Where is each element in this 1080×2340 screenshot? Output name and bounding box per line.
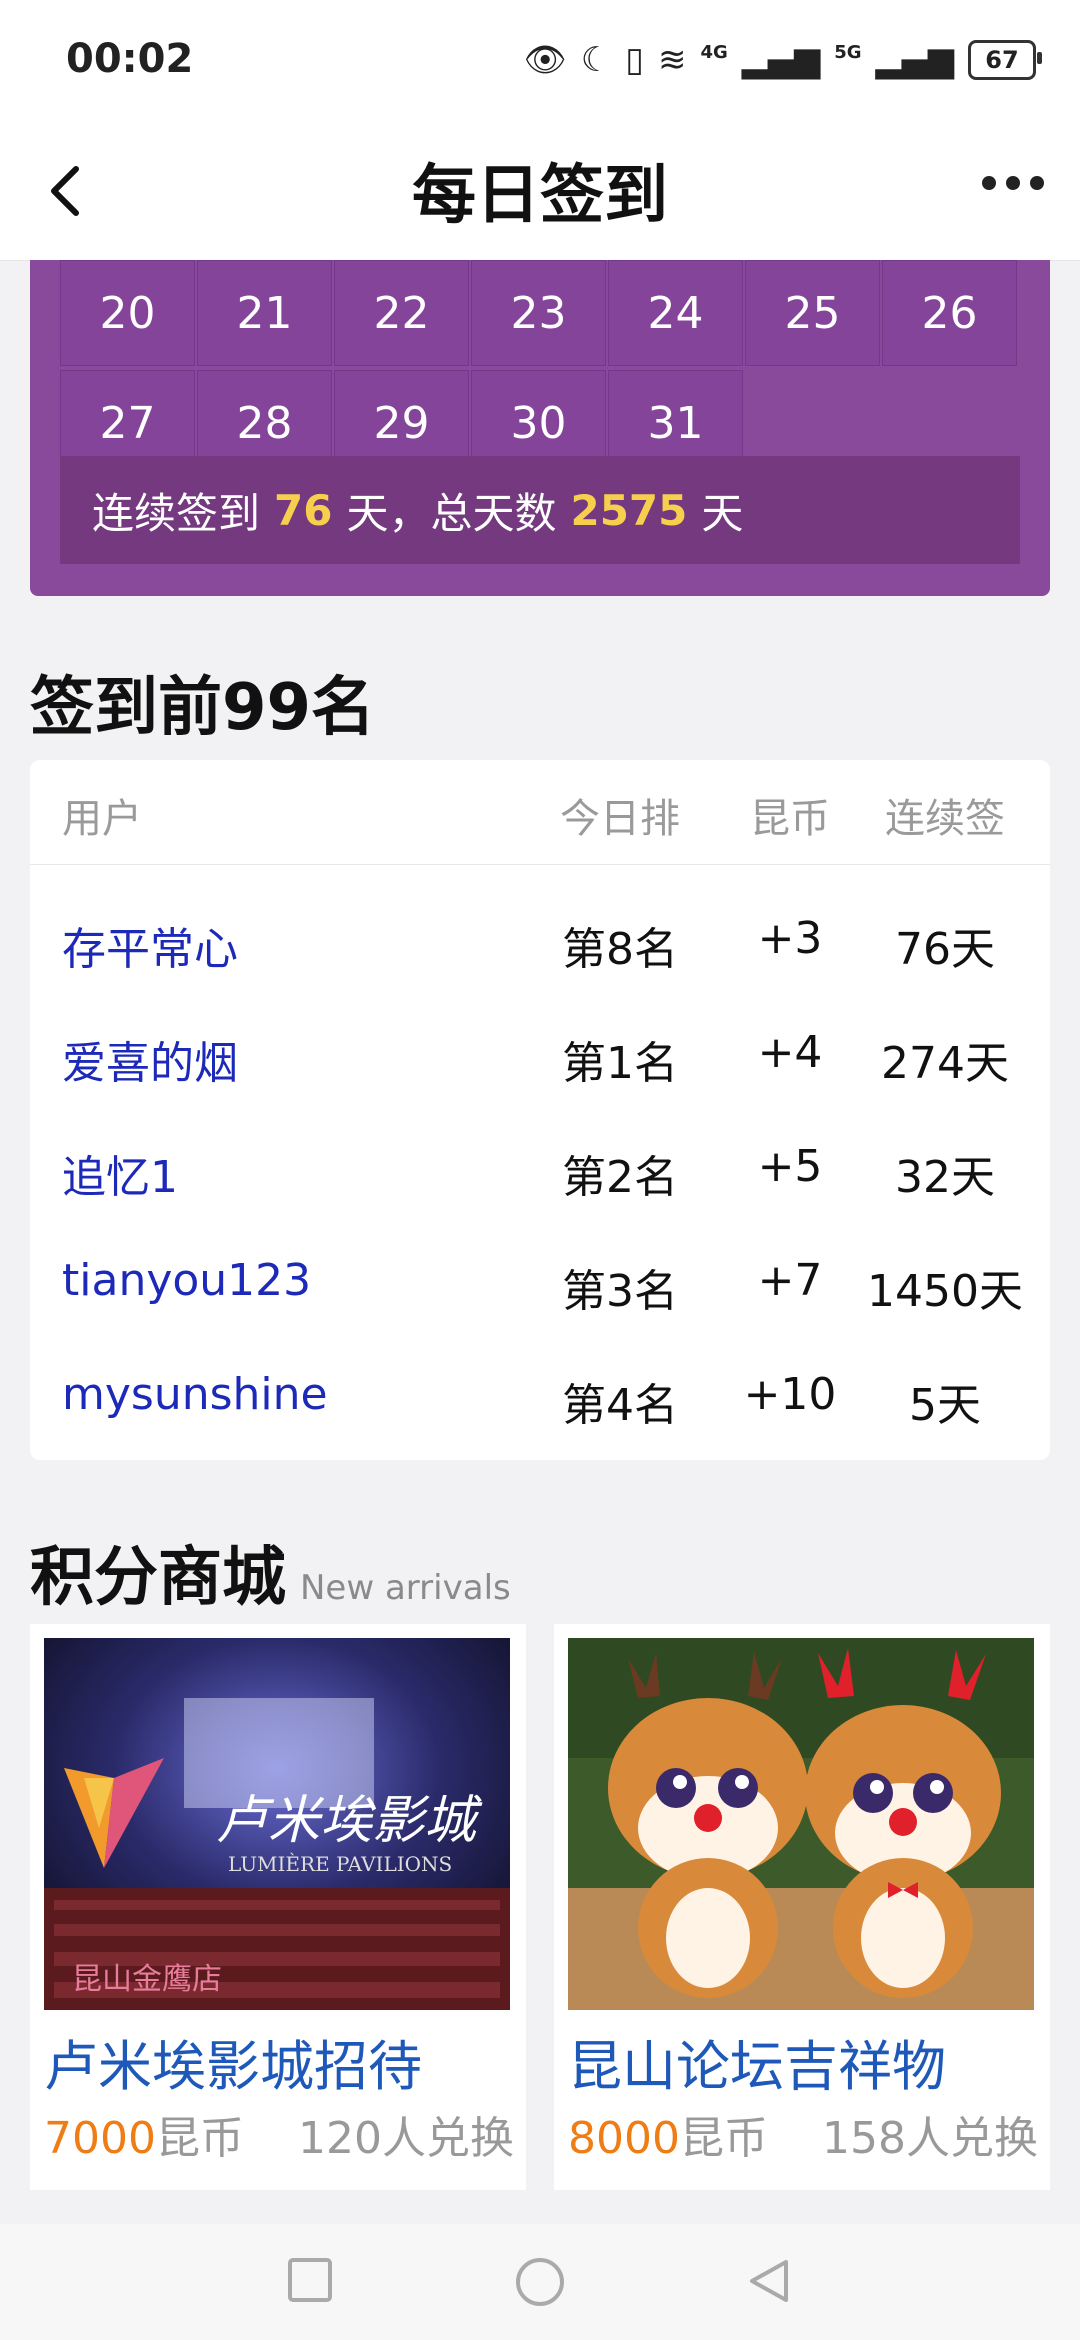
shop-title-row: 积分商城 New arrivals (30, 1526, 511, 1618)
home-button[interactable] (514, 2256, 566, 2312)
streak-value: 32天 (895, 1152, 995, 1203)
table-row: 追忆1 第2名 +5 32天 (30, 1111, 1050, 1225)
recent-apps-button[interactable] (286, 2256, 334, 2308)
moon-icon: ☾ (580, 40, 612, 80)
circle-icon (516, 2258, 564, 2306)
summary-mid: 天，总天数 (346, 488, 557, 538)
status-icons: 👁 ☾ ▯ ≋ 4G ▂▄▆ 5G ▂▄▆ 67 (523, 36, 1042, 84)
status-time: 00:02 (66, 36, 194, 82)
image-tag: 昆山金鹰店 (72, 1962, 222, 1997)
app-header: 每日签到 (0, 120, 1080, 261)
triangle-back-icon (750, 2260, 788, 2302)
calendar-day[interactable]: 25 (745, 260, 880, 366)
user-link[interactable]: 存平常心 (62, 913, 238, 977)
product-image-cinema: 卢米埃影城 LUMIÈRE PAVILIONS 昆山金鹰店 (44, 1638, 510, 2010)
product-price-group: 8000昆币 (568, 2102, 768, 2166)
table-row: tianyou123 第3名 +7 1450天 (30, 1225, 1050, 1339)
today-rank: 第2名 (562, 1152, 678, 1203)
streak-days: 76 (274, 485, 333, 535)
signin-calendar: 20 21 22 23 24 25 26 27 28 29 30 31 连续签到… (30, 260, 1050, 596)
today-rank: 第1名 (562, 1038, 678, 1089)
header-streak: 连续签 (885, 796, 1005, 842)
product-name[interactable]: 昆山论坛吉祥物 (568, 2032, 1034, 2092)
streak-value: 1450天 (867, 1266, 1023, 1317)
table-row: mysunshine 第4名 +10 5天 (30, 1339, 1050, 1453)
more-dot-icon (1030, 176, 1044, 190)
today-rank: 第8名 (562, 924, 678, 975)
calendar-day[interactable]: 26 (882, 260, 1017, 366)
more-dot-icon (1006, 176, 1020, 190)
product-price-group: 7000昆币 (44, 2102, 244, 2166)
calendar-day[interactable]: 23 (471, 260, 606, 366)
square-icon (288, 2258, 332, 2302)
system-nav-bar (0, 2224, 1080, 2340)
today-rank: 第4名 (562, 1380, 678, 1431)
signal-icon: ▂▄▆ (741, 40, 821, 80)
user-link[interactable]: 爱喜的烟 (62, 1027, 238, 1091)
shop-item-card[interactable]: 卢米埃影城 LUMIÈRE PAVILIONS 昆山金鹰店 卢米埃影城招待 70… (30, 1624, 526, 2190)
more-dot-icon (982, 176, 996, 190)
product-image-mascot (568, 1638, 1034, 2010)
battery-level: 67 (985, 46, 1019, 74)
header-today-rank: 今日排 (560, 796, 680, 842)
product-price: 7000 (44, 2113, 156, 2164)
streak-value: 76天 (895, 924, 995, 975)
table-row: 存平常心 第8名 +3 76天 (30, 883, 1050, 997)
ranking-title: 签到前99名 (30, 671, 376, 745)
product-meta: 7000昆币 120人兑换 (44, 2102, 514, 2166)
price-unit: 昆币 (679, 2113, 768, 2164)
summary-prefix: 连续签到 (92, 488, 261, 538)
status-bar: 00:02 👁 ☾ ▯ ≋ 4G ▂▄▆ 5G ▂▄▆ 67 (0, 0, 1080, 120)
eye-icon: 👁 (523, 40, 567, 80)
calendar-day[interactable]: 21 (197, 260, 332, 366)
ranking-body: 存平常心 第8名 +3 76天 爱喜的烟 第1名 +4 274天 追忆1 第2名… (30, 865, 1050, 1453)
network-5g-label: 5G (834, 41, 862, 63)
image-brand-text: 卢米埃影城 (216, 1791, 477, 1851)
streak-value: 274天 (881, 1038, 1009, 1089)
calendar-day[interactable]: 24 (608, 260, 743, 366)
coins-earned: +7 (757, 1255, 823, 1306)
more-options-button[interactable] (982, 176, 1044, 190)
vibrate-icon: ▯ (625, 40, 644, 80)
today-rank: 第3名 (562, 1266, 678, 1317)
user-link[interactable]: mysunshine (62, 1369, 328, 1420)
coins-earned: +3 (757, 913, 823, 964)
summary-suffix: 天 (701, 488, 744, 538)
product-price: 8000 (568, 2113, 680, 2164)
calendar-grid: 20 21 22 23 24 25 26 27 28 29 30 31 (60, 260, 1020, 480)
network-4g-label: 4G (700, 41, 728, 63)
back-nav-button[interactable] (744, 2256, 794, 2310)
battery-icon: 67 (968, 40, 1042, 80)
user-link[interactable]: tianyou123 (62, 1255, 311, 1306)
image-brand-text-en: LUMIÈRE PAVILIONS (228, 1852, 453, 1876)
signal-icon: ▂▄▆ (875, 40, 954, 80)
signin-summary: 连续签到 76 天，总天数 2575 天 (60, 456, 1020, 564)
calendar-day[interactable]: 22 (334, 260, 469, 366)
calendar-day[interactable]: 20 (60, 260, 195, 366)
shop-title: 积分商城 (30, 1541, 286, 1615)
coins-earned: +4 (757, 1027, 823, 1078)
streak-value: 5天 (909, 1380, 981, 1431)
total-days: 2575 (570, 485, 688, 535)
shop-item-card[interactable]: 昆山论坛吉祥物 8000昆币 158人兑换 (554, 1624, 1050, 2190)
exchange-count: 120人兑换 (298, 2113, 514, 2164)
ranking-table: 用户 今日排 昆币 连续签 存平常心 第8名 +3 76天 爱喜的烟 第1名 +… (30, 760, 1050, 1460)
ranking-header: 用户 今日排 昆币 连续签 (30, 760, 1050, 865)
page-title: 每日签到 (412, 159, 668, 233)
coins-earned: +10 (743, 1369, 837, 1420)
header-user: 用户 (62, 796, 142, 842)
header-coins: 昆币 (750, 796, 830, 842)
price-unit: 昆币 (155, 2113, 244, 2164)
user-link[interactable]: 追忆1 (62, 1141, 178, 1205)
product-name[interactable]: 卢米埃影城招待 (44, 2032, 510, 2092)
wifi-icon: ≋ (657, 40, 687, 80)
product-meta: 8000昆币 158人兑换 (568, 2102, 1038, 2166)
table-row: 爱喜的烟 第1名 +4 274天 (30, 997, 1050, 1111)
shop-subtitle: New arrivals (300, 1568, 511, 1608)
coins-earned: +5 (757, 1141, 823, 1192)
calendar-week-row: 20 21 22 23 24 25 26 (60, 260, 1020, 370)
exchange-count: 158人兑换 (822, 2113, 1038, 2164)
